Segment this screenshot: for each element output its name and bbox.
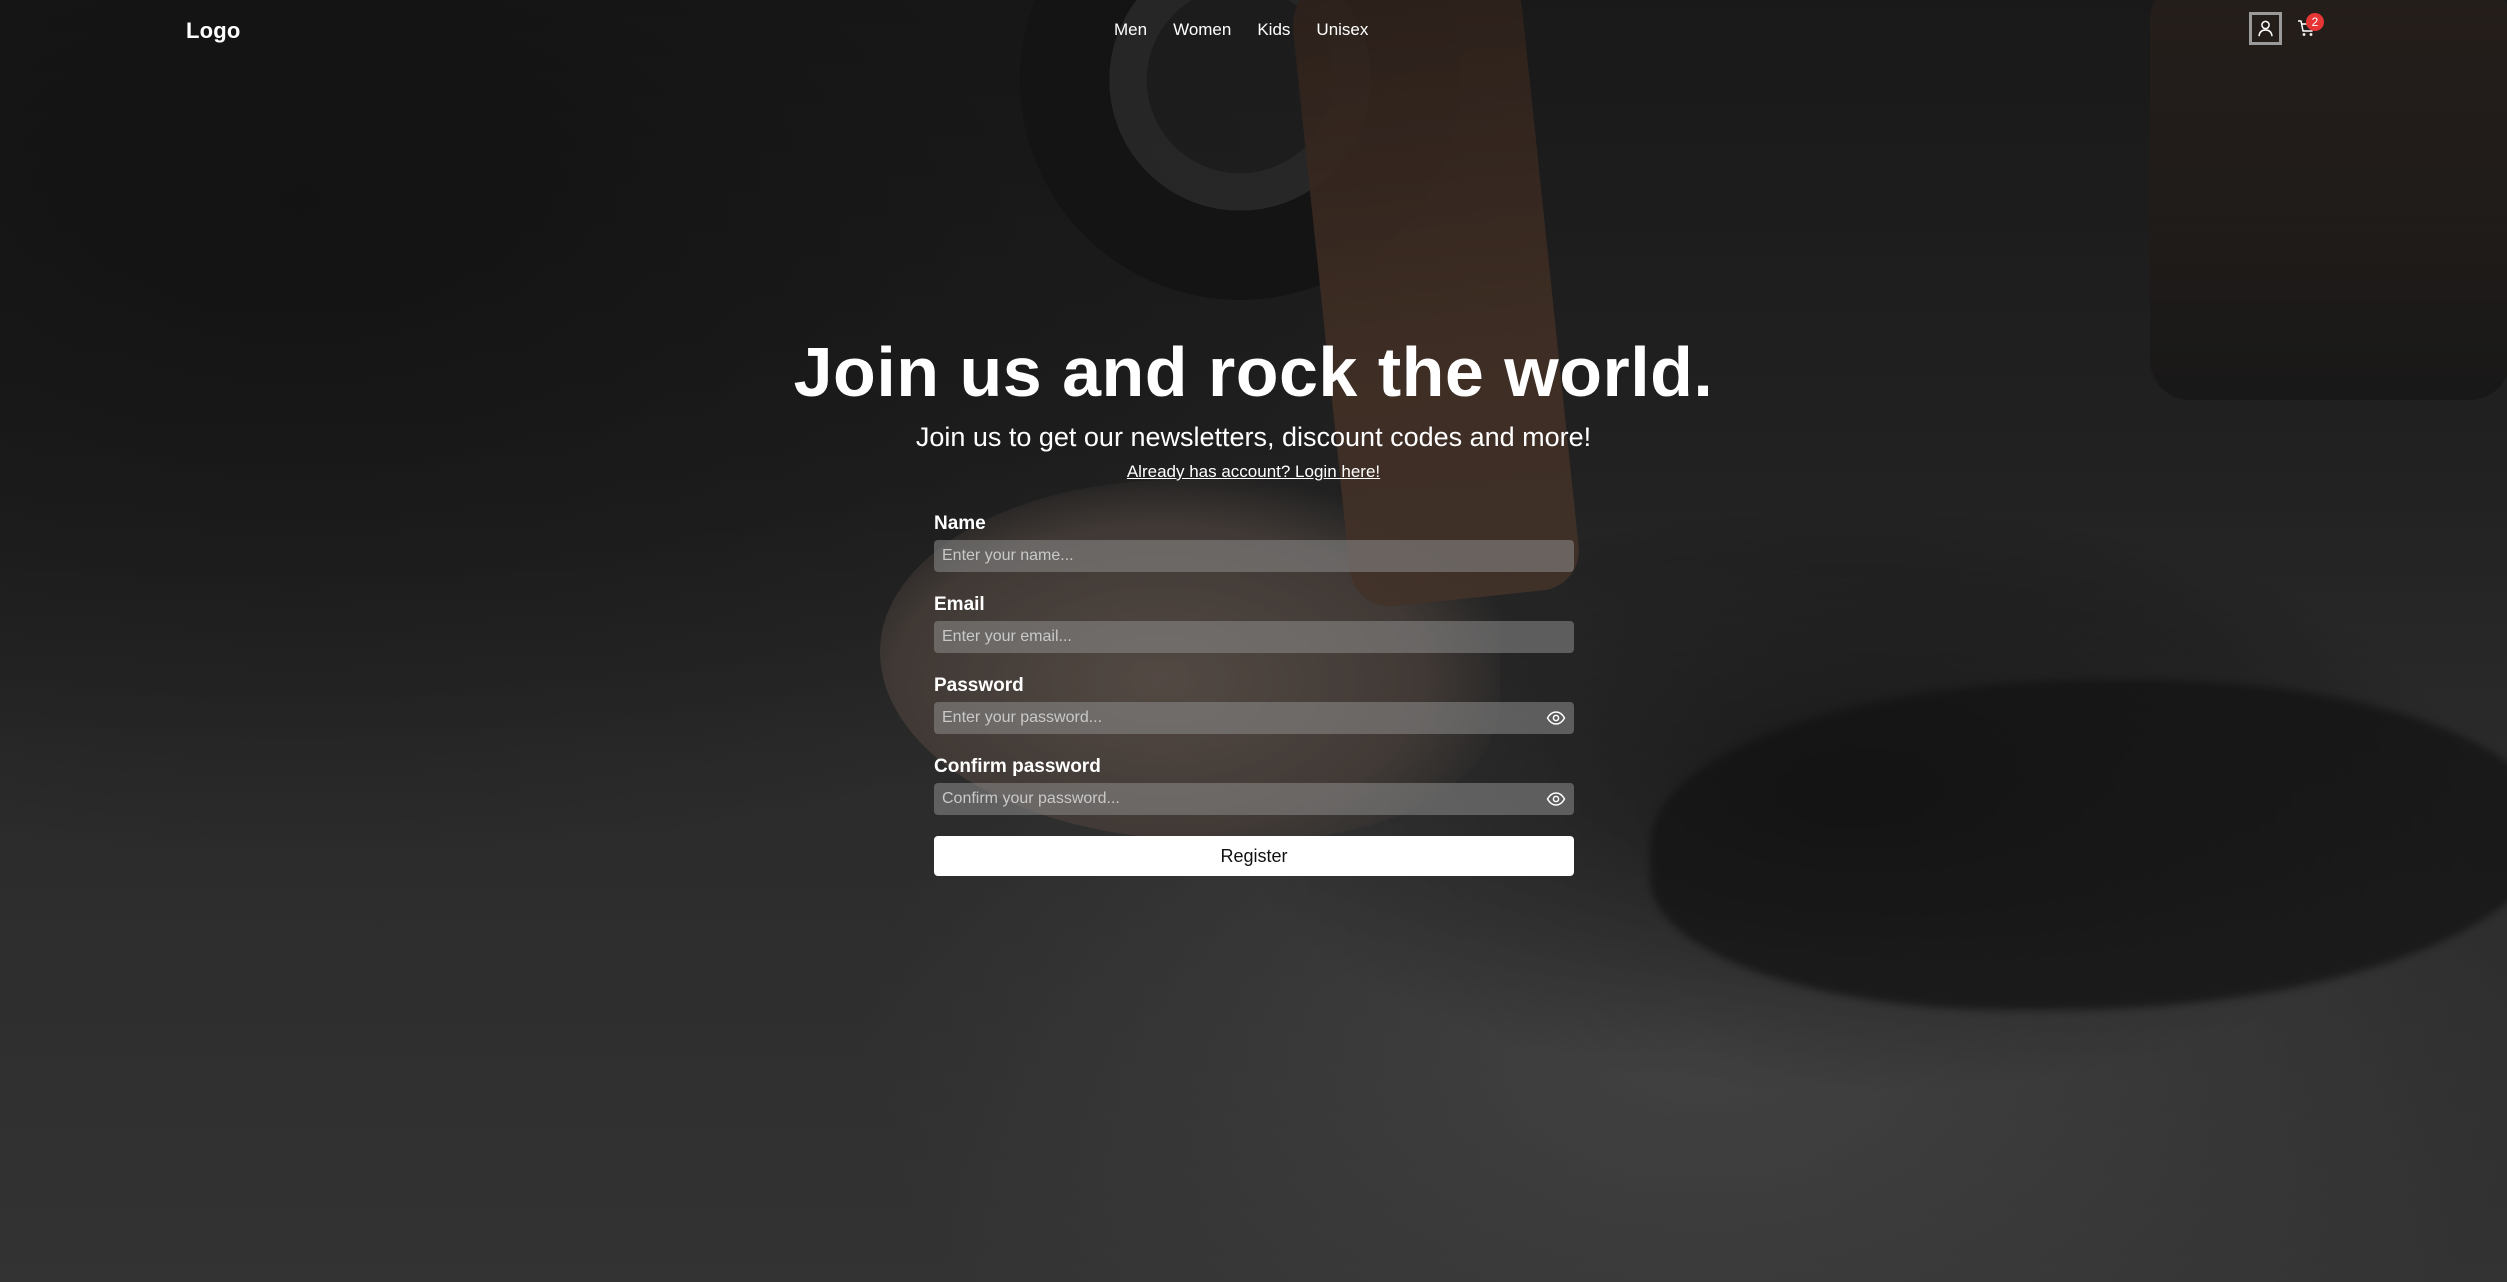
- email-label: Email: [934, 594, 985, 615]
- main-nav: Men Women Kids Unisex: [1114, 20, 1368, 40]
- page-subtitle: Join us to get our newsletters, discount…: [915, 422, 1592, 452]
- eye-icon[interactable]: [1546, 790, 1566, 808]
- login-link[interactable]: Already has account? Login here!: [1127, 462, 1380, 482]
- nav-link-kids[interactable]: Kids: [1257, 20, 1290, 40]
- logo[interactable]: Logo: [186, 18, 241, 44]
- email-input[interactable]: [934, 621, 1574, 653]
- eye-icon[interactable]: [1546, 709, 1566, 727]
- name-label: Name: [934, 513, 986, 534]
- nav-link-women[interactable]: Women: [1173, 20, 1231, 40]
- name-field-group: Name: [934, 512, 1574, 572]
- confirm-password-input-wrap: [934, 783, 1574, 815]
- register-form: Name Email Password Confirm password: [934, 512, 1574, 876]
- register-page: Logo Men Women Kids Unisex 2 Join us and…: [0, 0, 2507, 1282]
- site-header: Logo Men Women Kids Unisex 2: [0, 0, 2507, 64]
- confirm-password-label: Confirm password: [934, 756, 1101, 777]
- nav-link-men[interactable]: Men: [1114, 20, 1147, 40]
- user-icon: [2258, 20, 2273, 37]
- name-input[interactable]: [934, 540, 1574, 572]
- register-button[interactable]: Register: [934, 836, 1574, 876]
- name-input-wrap: [934, 540, 1574, 572]
- confirm-password-field-group: Confirm password: [934, 755, 1574, 815]
- password-label: Password: [934, 675, 1024, 696]
- email-input-wrap: [934, 621, 1574, 653]
- cart-count-badge: 2: [2306, 13, 2324, 31]
- account-button[interactable]: [2249, 12, 2282, 45]
- password-input-wrap: [934, 702, 1574, 734]
- email-field-group: Email: [934, 593, 1574, 653]
- password-field-group: Password: [934, 674, 1574, 734]
- hero: Join us and rock the world. Join us to g…: [0, 330, 2507, 482]
- nav-link-unisex[interactable]: Unisex: [1316, 20, 1368, 40]
- page-title: Join us and rock the world.: [793, 333, 1714, 411]
- confirm-password-input[interactable]: [934, 783, 1574, 815]
- password-input[interactable]: [934, 702, 1574, 734]
